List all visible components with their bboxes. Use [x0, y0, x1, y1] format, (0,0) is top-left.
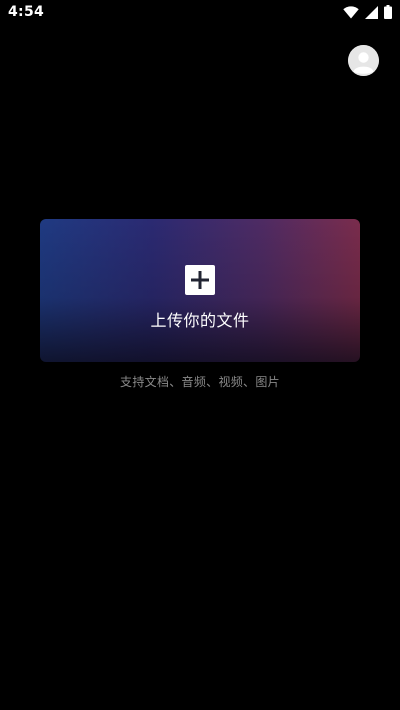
upload-file-label[interactable]: 上传你的文件: [40, 307, 360, 331]
status-icons: [343, 4, 392, 20]
signal-icon: [365, 5, 378, 19]
user-avatar-icon: [348, 45, 379, 76]
wifi-icon: [343, 5, 359, 19]
plus-icon[interactable]: [185, 265, 215, 295]
battery-icon: [384, 5, 392, 19]
user-avatar-button[interactable]: [348, 45, 379, 76]
status-time: 4:54: [8, 4, 45, 20]
status-bar: 4:54: [0, 0, 400, 26]
supported-formats-text: 支持文档、音频、视频、图片: [120, 375, 280, 389]
